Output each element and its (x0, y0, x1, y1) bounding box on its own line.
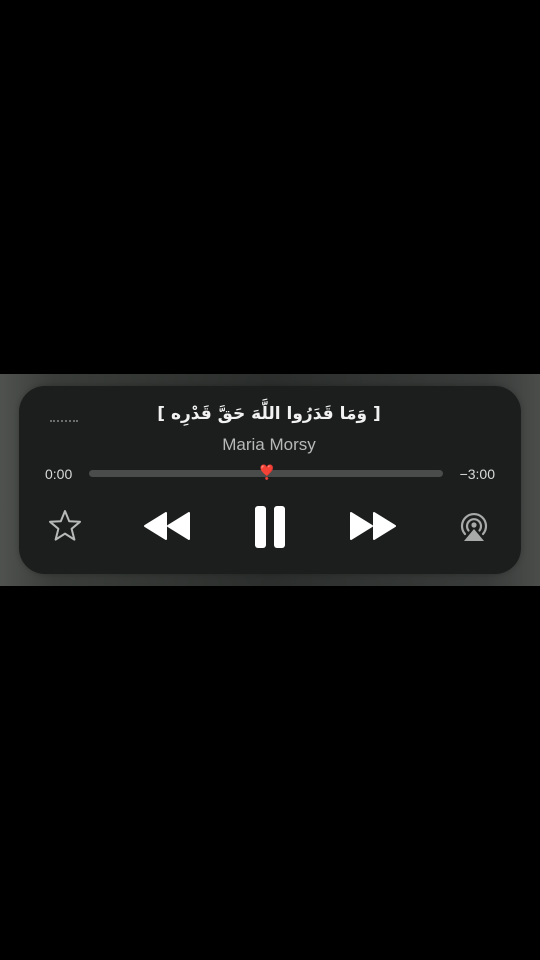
fast-forward-icon (350, 512, 396, 540)
rewind-icon (144, 512, 190, 540)
progress-scrubber[interactable]: ❣️ (89, 465, 443, 479)
favorite-button[interactable] (46, 507, 84, 545)
rewind-button[interactable] (141, 508, 193, 544)
airplay-button[interactable] (456, 510, 492, 544)
now-playing-widget: [ وَمَا قَدَرُوا اللَّهَ حَقَّ قَدْرِه ]… (19, 386, 521, 574)
pause-button[interactable] (249, 502, 291, 552)
elapsed-time: 0:00 (45, 466, 73, 482)
fast-forward-button[interactable] (347, 508, 399, 544)
scrubber-knob-heart-icon[interactable]: ❣️ (258, 465, 275, 479)
track-title: [ وَمَا قَدَرُوا اللَّهَ حَقَّ قَدْرِه ] (157, 404, 381, 424)
grabber-dots-icon (50, 420, 78, 424)
star-icon (49, 510, 81, 541)
pause-icon (255, 506, 285, 548)
airplay-icon (460, 512, 488, 541)
track-artist: Maria Morsy (222, 435, 316, 454)
remaining-time: −3:00 (459, 466, 495, 482)
